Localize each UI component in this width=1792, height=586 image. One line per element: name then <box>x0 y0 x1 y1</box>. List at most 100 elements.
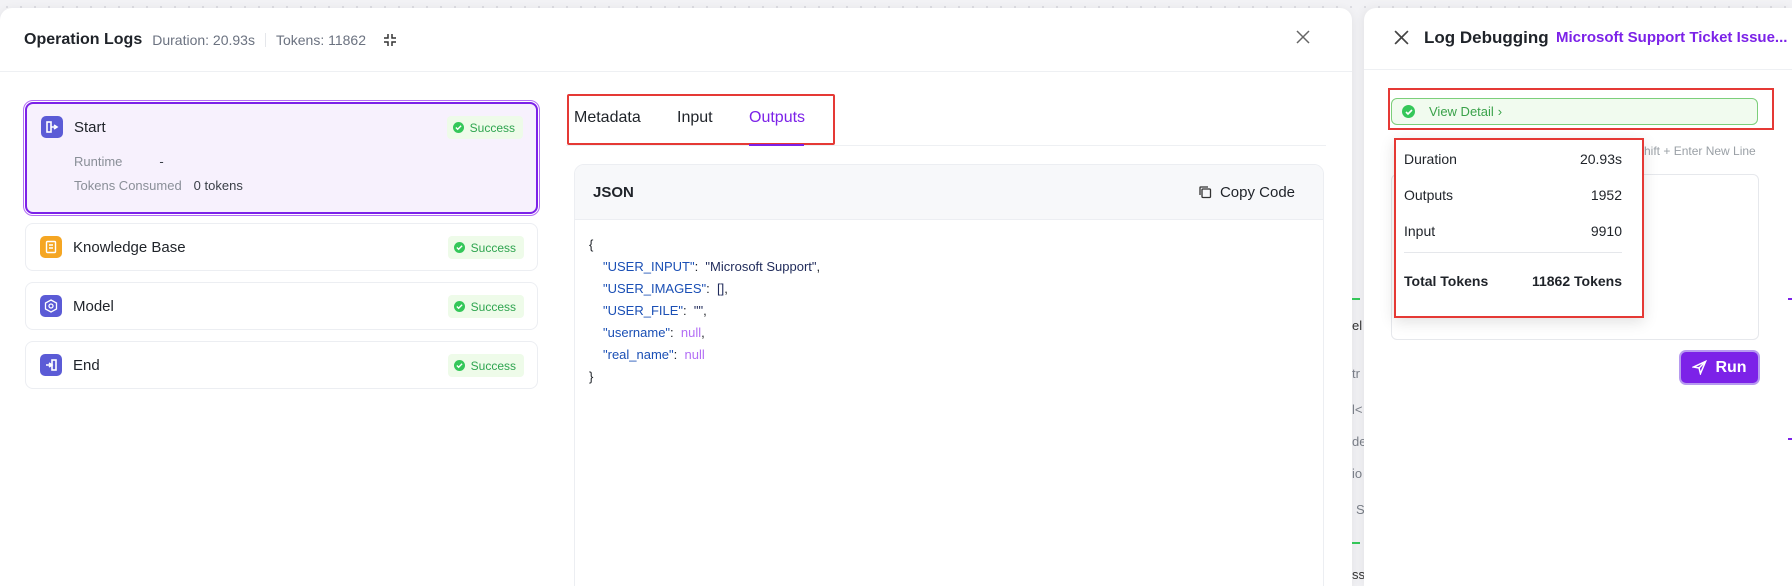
model-icon <box>40 295 62 317</box>
send-icon <box>1692 360 1708 375</box>
node-name: Start <box>74 118 106 136</box>
tokens-meta: Tokens: 11862 <box>275 31 366 48</box>
node-name: Model <box>73 297 114 315</box>
json-panel: JSON Copy Code { "USER_INPUT": "Microsof… <box>574 164 1324 586</box>
json-comma: , <box>724 281 728 296</box>
operation-logs-modal: Operation Logs Duration: 20.93s Tokens: … <box>0 8 1352 586</box>
json-line: "USER_FILE": "", <box>603 303 707 318</box>
knowledge-base-icon <box>40 236 62 258</box>
node-detail: Runtime - Tokens Consumed 0 tokens <box>27 150 536 198</box>
node-name: End <box>73 356 100 374</box>
status-badge: Success <box>447 354 524 377</box>
check-icon <box>453 360 465 371</box>
token-row-label: Outputs <box>1404 187 1454 203</box>
log-debugging-drawer: Log Debugging Microsoft Support Ticket I… <box>1364 8 1792 586</box>
json-key: "username" <box>603 325 671 340</box>
background-text: l< <box>1352 402 1363 417</box>
status-label: Success <box>470 240 516 255</box>
json-key: "USER_INPUT" <box>603 259 695 274</box>
token-row-label: Duration <box>1404 151 1457 167</box>
background-text: el <box>1352 318 1363 333</box>
tokens-consumed-label: Tokens Consumed <box>74 178 182 193</box>
check-icon <box>453 301 465 312</box>
collapse-icon[interactable] <box>382 32 398 48</box>
tab-input[interactable]: Input <box>677 109 713 127</box>
runtime-value: - <box>159 154 164 169</box>
copy-code-label: Copy Code <box>1219 183 1295 201</box>
check-icon <box>452 122 464 133</box>
json-line: "USER_INPUT": "Microsoft Support", <box>603 259 821 274</box>
run-button[interactable]: Run <box>1679 350 1760 385</box>
copy-code-button[interactable]: Copy Code <box>1198 184 1295 201</box>
chevron-right-icon: › <box>1497 104 1503 119</box>
node-knowledge-base[interactable]: Knowledge Base Success <box>25 223 538 271</box>
json-key: "USER_FILE" <box>603 303 684 318</box>
drawer-header: Log Debugging Microsoft Support Ticket I… <box>1364 8 1792 70</box>
node-start[interactable]: Start Success Runtime - Tokens Consumed 0 … <box>23 100 540 216</box>
node-list: Start Success Runtime - Tokens Consumed 0 … <box>23 100 540 400</box>
input-hint: Shift + Enter New Line <box>1636 144 1756 158</box>
json-value: null <box>680 325 702 340</box>
code-language-label: JSON <box>593 183 634 201</box>
json-key: "real_name" <box>603 347 674 362</box>
drawer-subtitle: Microsoft Support Ticket Issue... <box>1556 29 1788 46</box>
status-badge: Success <box>447 236 524 259</box>
total-tokens-label: Total Tokens <box>1404 273 1489 289</box>
json-code: { "USER_INPUT": "Microsoft Support", "US… <box>575 220 1323 402</box>
view-detail-label: View Detail <box>1429 104 1494 119</box>
drawer-title: Log Debugging <box>1424 28 1549 47</box>
json-line: "real_name": null <box>603 347 705 362</box>
check-icon <box>453 242 465 253</box>
json-value: "" <box>693 303 704 318</box>
json-key: "USER_IMAGES" <box>603 281 707 296</box>
json-open-brace: { <box>589 237 594 252</box>
runtime-label: Runtime <box>74 154 123 169</box>
edge-line <box>1788 298 1792 300</box>
background-text: tr <box>1352 366 1360 381</box>
json-value: null <box>684 347 705 362</box>
tab-outputs[interactable]: Outputs <box>749 109 805 127</box>
token-row-label: Input <box>1404 223 1436 239</box>
token-row-value: 1952 <box>1590 187 1622 203</box>
total-tokens-value: 11862 Tokens <box>1531 273 1622 289</box>
end-icon <box>40 354 62 376</box>
background-text: io <box>1352 466 1363 481</box>
status-badge: Success <box>446 116 523 139</box>
edge-line <box>1352 298 1360 300</box>
meta-divider <box>264 32 266 47</box>
token-row-value: 9910 <box>1590 223 1622 239</box>
token-details-popover: Duration 20.93s Outputs 1952 Input 9910 Tot… <box>1394 138 1644 318</box>
status-label: Success <box>470 299 516 314</box>
json-value: "Microsoft Support" <box>705 259 817 274</box>
token-total-row: Total Tokens 11862 Tokens <box>1404 273 1622 289</box>
json-close-brace: } <box>589 369 594 384</box>
operation-logs-header: Operation Logs Duration: 20.93s Tokens: … <box>0 8 1352 72</box>
status-badge: Success <box>447 295 524 318</box>
json-comma: , <box>703 303 707 318</box>
node-model[interactable]: Model Success <box>25 282 538 330</box>
json-panel-header: JSON Copy Code <box>575 165 1323 220</box>
edge-line <box>1352 542 1360 544</box>
copy-icon <box>1199 186 1212 199</box>
close-icon[interactable] <box>1296 30 1314 48</box>
tokens-consumed-value: 0 tokens <box>193 178 243 193</box>
view-detail-button[interactable]: View Detail › <box>1391 98 1758 125</box>
status-label: Success <box>470 358 516 373</box>
token-row: Duration 20.93s <box>1404 151 1622 167</box>
json-line: "USER_IMAGES": [], <box>603 281 728 296</box>
node-name: Knowledge Base <box>73 238 186 256</box>
json-comma: , <box>816 259 821 274</box>
token-row-value: 20.93s <box>1579 151 1622 167</box>
token-row: Input 9910 <box>1404 223 1622 239</box>
operation-logs-title: Operation Logs <box>24 30 143 48</box>
token-row: Outputs 1952 <box>1404 187 1622 203</box>
status-label: Success <box>469 120 515 135</box>
divider <box>1404 252 1622 253</box>
tab-metadata[interactable]: Metadata <box>574 109 641 127</box>
edge-line <box>1788 438 1792 440</box>
close-icon[interactable] <box>1394 30 1410 46</box>
start-icon <box>41 116 63 138</box>
node-end[interactable]: End Success <box>25 341 538 389</box>
duration-meta: Duration: 20.93s <box>152 31 255 48</box>
check-icon <box>1402 105 1415 118</box>
